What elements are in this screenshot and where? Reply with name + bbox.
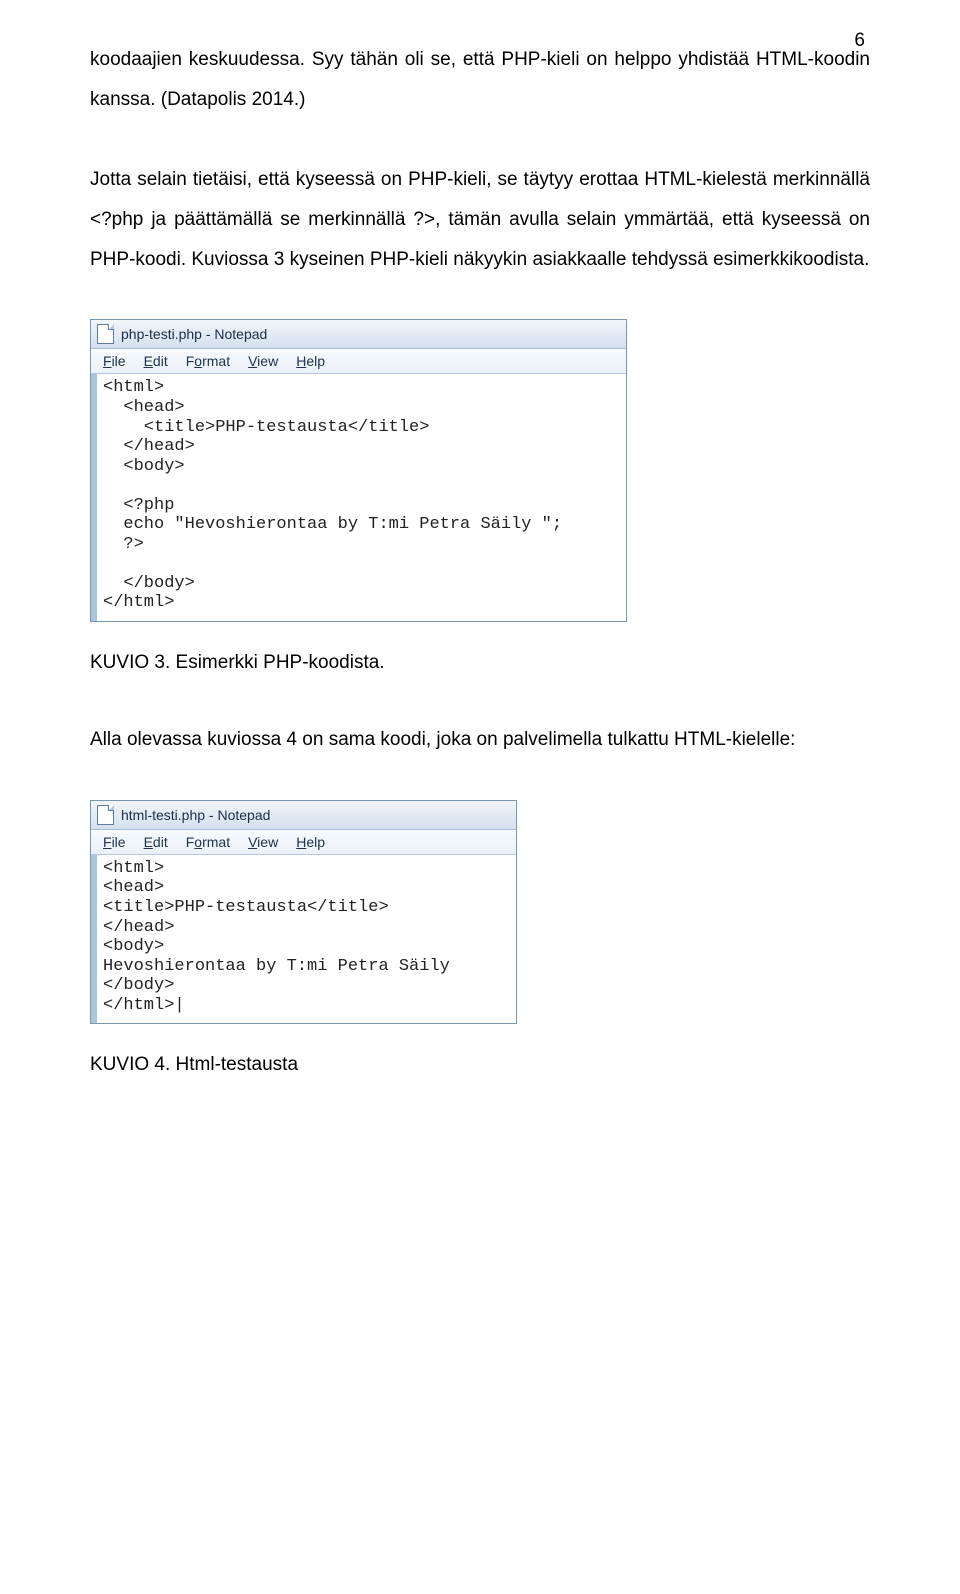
menu-file[interactable]: File — [95, 832, 134, 852]
notepad1-titlebar: php-testi.php - Notepad — [91, 320, 626, 349]
menu-view[interactable]: View — [240, 351, 286, 371]
menu-format[interactable]: Format — [178, 351, 238, 371]
notepad1-code: <html> <head> <title>PHP-testausta</titl… — [97, 374, 568, 621]
paragraph-2: Jotta selain tietäisi, että kyseessä on … — [90, 160, 870, 280]
paragraph-3: Alla olevassa kuviossa 4 on sama koodi, … — [90, 720, 870, 760]
menu-help[interactable]: Help — [288, 351, 333, 371]
menu-view[interactable]: View — [240, 832, 286, 852]
notepad2-title: html-testi.php - Notepad — [121, 807, 270, 823]
page-number: 6 — [854, 30, 865, 52]
notepad-screenshot-1: php-testi.php - Notepad File Edit Format… — [90, 319, 627, 622]
figure-caption-4: KUVIO 4. Html-testausta — [90, 1054, 870, 1076]
menu-format[interactable]: Format — [178, 832, 238, 852]
menu-file[interactable]: File — [95, 351, 134, 371]
notepad2-menubar: File Edit Format View Help — [91, 830, 516, 855]
paragraph-1: koodaajien keskuudessa. Syy tähän oli se… — [90, 40, 870, 120]
notepad1-title: php-testi.php - Notepad — [121, 326, 267, 342]
notepad1-menubar: File Edit Format View Help — [91, 349, 626, 374]
figure-caption-3: KUVIO 3. Esimerkki PHP-koodista. — [90, 652, 870, 674]
menu-help[interactable]: Help — [288, 832, 333, 852]
menu-edit[interactable]: Edit — [136, 832, 176, 852]
notepad-file-icon — [97, 805, 114, 825]
notepad2-titlebar: html-testi.php - Notepad — [91, 801, 516, 830]
notepad-screenshot-2: html-testi.php - Notepad File Edit Forma… — [90, 800, 517, 1024]
notepad-file-icon — [97, 324, 114, 344]
menu-edit[interactable]: Edit — [136, 351, 176, 371]
notepad2-code: <html> <head> <title>PHP-testausta</titl… — [97, 855, 456, 1023]
